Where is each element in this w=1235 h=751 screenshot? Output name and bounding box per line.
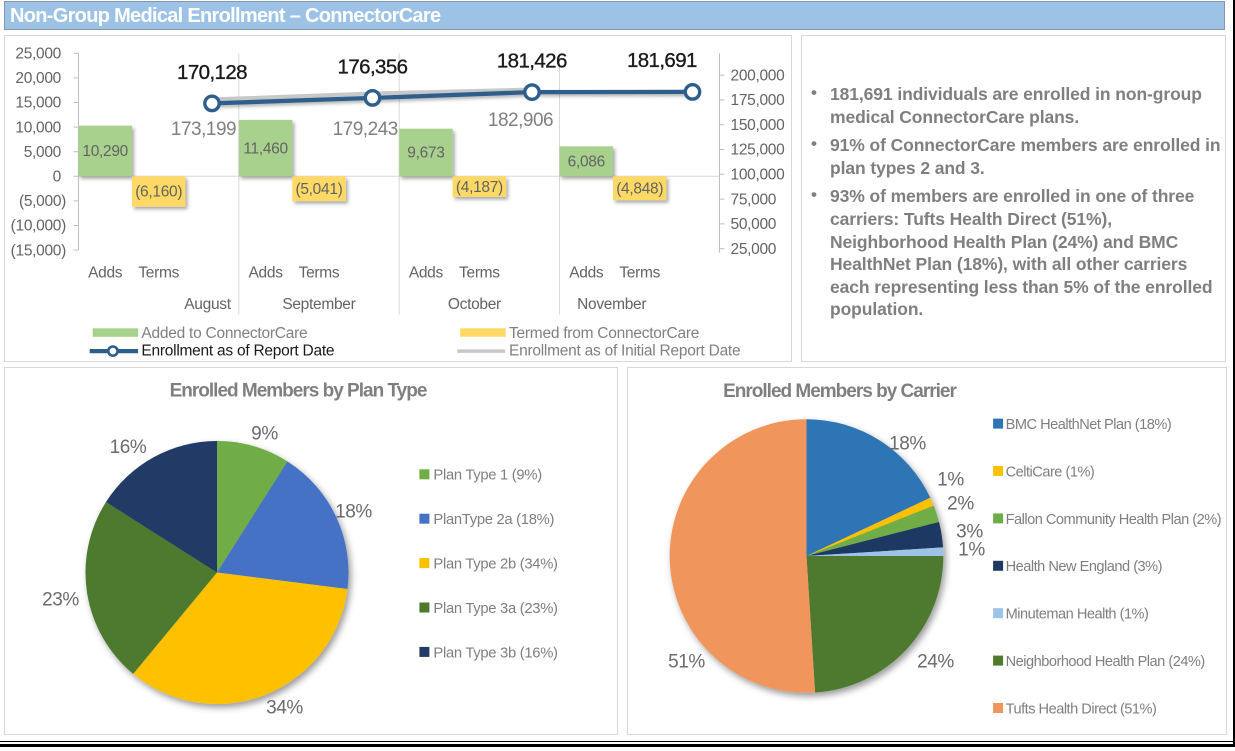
svg-text:Plan Type 3a (23%): Plan Type 3a (23%) (433, 601, 558, 617)
svg-text:(15,000): (15,000) (11, 242, 66, 259)
svg-text:1%: 1% (958, 540, 985, 561)
svg-text:20,000: 20,000 (15, 70, 61, 87)
svg-text:(10,000): (10,000) (11, 218, 66, 235)
svg-text:Tufts Health Direct (51%): Tufts Health Direct (51%) (1006, 701, 1157, 717)
svg-text:18%: 18% (335, 502, 372, 523)
svg-text:Terms: Terms (619, 265, 660, 282)
svg-text:150,000: 150,000 (731, 117, 786, 134)
svg-text:179,243: 179,243 (333, 119, 398, 140)
svg-text:Plan Type 2b (34%): Plan Type 2b (34%) (433, 557, 558, 573)
svg-text:Enrollment as of Report Date: Enrollment as of Report Date (141, 343, 334, 360)
svg-text:173,199: 173,199 (171, 119, 236, 140)
svg-text:11,460: 11,460 (243, 140, 288, 157)
svg-text:Plan Type 3b (16%): Plan Type 3b (16%) (433, 645, 558, 661)
svg-text:September: September (282, 296, 355, 313)
svg-text:9%: 9% (251, 424, 278, 445)
svg-text:9,673: 9,673 (407, 145, 444, 162)
svg-text:23%: 23% (42, 590, 79, 611)
svg-text:100,000: 100,000 (731, 167, 786, 184)
svg-text:Enrollment as of Initial Repor: Enrollment as of Initial Report Date (509, 343, 740, 360)
svg-text:Added to ConnectorCare: Added to ConnectorCare (141, 325, 307, 342)
svg-text:200,000: 200,000 (731, 67, 786, 84)
svg-text:PlanType 2a (18%): PlanType 2a (18%) (433, 512, 554, 528)
svg-text:25,000: 25,000 (731, 241, 777, 258)
svg-text:November: November (577, 296, 646, 313)
svg-text:Termed from ConnectorCare: Termed from ConnectorCare (509, 325, 699, 342)
svg-text:Terms: Terms (459, 265, 500, 282)
svg-text:Enrolled Members by Carrier: Enrolled Members by Carrier (723, 381, 957, 402)
svg-text:2%: 2% (947, 494, 974, 515)
svg-text:(4,848): (4,848) (616, 180, 663, 197)
svg-text:176,356: 176,356 (338, 55, 408, 78)
svg-text:(5,041): (5,041) (295, 181, 342, 198)
svg-text:CeltiCare (1%): CeltiCare (1%) (1006, 464, 1095, 480)
svg-text:Neighborhood Health Plan (24%): Neighborhood Health Plan (24%) (1006, 654, 1205, 670)
svg-text:175,000: 175,000 (731, 92, 786, 109)
svg-text:181,426: 181,426 (497, 49, 567, 72)
svg-text:24%: 24% (917, 652, 954, 673)
svg-text:(6,160): (6,160) (135, 184, 182, 201)
svg-text:125,000: 125,000 (731, 142, 786, 159)
svg-text:5,000: 5,000 (24, 144, 62, 161)
svg-text:August: August (184, 296, 231, 313)
svg-text:25,000: 25,000 (15, 46, 61, 63)
svg-text:170,128: 170,128 (177, 61, 247, 84)
svg-text:0: 0 (53, 169, 62, 186)
svg-text:182,906: 182,906 (488, 110, 553, 131)
svg-text:1%: 1% (937, 470, 964, 491)
svg-text:75,000: 75,000 (731, 191, 777, 208)
svg-text:Minuteman Health (1%): Minuteman Health (1%) (1006, 607, 1149, 623)
svg-text:Terms: Terms (299, 265, 340, 282)
svg-text:Health New England (3%): Health New England (3%) (1006, 559, 1162, 575)
svg-text:Adds: Adds (569, 265, 604, 282)
svg-text:15,000: 15,000 (15, 95, 61, 112)
svg-text:50,000: 50,000 (731, 216, 777, 233)
svg-text:51%: 51% (668, 652, 705, 673)
svg-text:16%: 16% (110, 437, 147, 458)
svg-text:Fallon Community Health Plan (: Fallon Community Health Plan (2%) (1006, 512, 1221, 528)
svg-text:October: October (448, 296, 501, 313)
svg-text:Terms: Terms (138, 265, 179, 282)
svg-text:Adds: Adds (88, 265, 123, 282)
svg-text:(4,187): (4,187) (456, 179, 503, 196)
svg-text:10,290: 10,290 (82, 143, 128, 160)
svg-text:BMC HealthNet Plan (18%): BMC HealthNet Plan (18%) (1006, 417, 1172, 433)
svg-text:Adds: Adds (409, 265, 444, 282)
svg-text:Plan Type 1 (9%): Plan Type 1 (9%) (433, 468, 542, 484)
svg-text:Adds: Adds (249, 265, 284, 282)
svg-text:Enrolled Members by Plan Type: Enrolled Members by Plan Type (170, 381, 427, 402)
svg-text:6,086: 6,086 (568, 154, 605, 171)
svg-text:18%: 18% (889, 434, 926, 455)
svg-text:34%: 34% (266, 698, 303, 719)
svg-text:181,691: 181,691 (627, 49, 697, 72)
svg-text:10,000: 10,000 (15, 119, 61, 136)
svg-text:(5,000): (5,000) (19, 193, 66, 210)
